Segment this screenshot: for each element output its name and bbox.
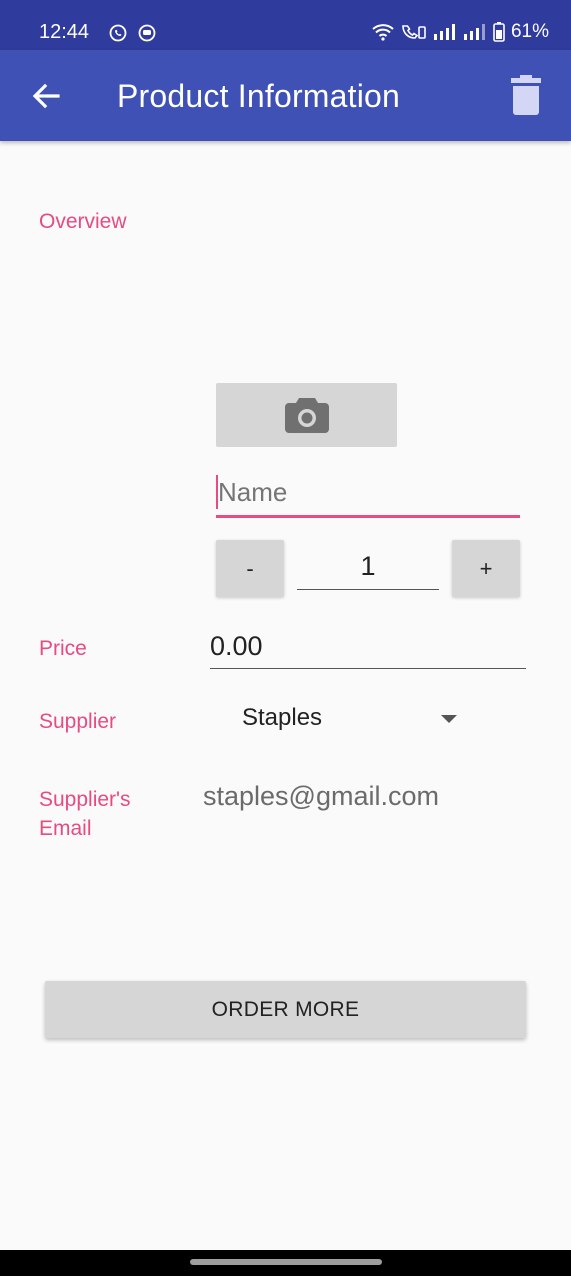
name-input[interactable] — [216, 470, 520, 514]
page-title: Product Information — [117, 78, 401, 114]
supplier-label: Supplier — [39, 710, 117, 733]
notification-app-icon — [138, 24, 156, 42]
supplier-email-label: Supplier's Email — [39, 788, 131, 840]
status-time: 12:44 — [39, 21, 90, 43]
add-photo-button[interactable] — [216, 383, 397, 447]
whatsapp-icon — [109, 24, 127, 42]
home-gesture-handle[interactable] — [190, 1259, 382, 1265]
delete-button[interactable] — [505, 74, 547, 118]
signal-icon — [433, 23, 457, 41]
status-bar: 12:44 61% — [0, 0, 571, 50]
supplier-selected-value: Staples — [242, 704, 323, 731]
trash-icon — [511, 75, 541, 115]
wifi-icon — [371, 23, 395, 41]
app-bar: Product Information — [0, 50, 571, 141]
price-field[interactable]: 0.00 — [210, 625, 526, 669]
supplier-dropdown[interactable]: Staples — [230, 700, 470, 740]
signal-icon — [463, 23, 487, 41]
overview-section-label: Overview — [39, 210, 127, 233]
camera-icon — [284, 398, 329, 433]
navigation-bar — [0, 1250, 571, 1276]
name-field — [216, 470, 520, 518]
price-label: Price — [39, 637, 87, 660]
dropdown-arrow-icon — [441, 715, 457, 723]
decrease-quantity-button[interactable]: - — [216, 540, 284, 597]
supplier-email-value: staples@gmail.com — [203, 781, 439, 811]
product-information-screen: 12:44 61% Product Information Overview N… — [0, 0, 571, 1276]
battery-icon — [493, 22, 505, 42]
wifi-calling-icon — [401, 23, 427, 41]
arrow-back-icon — [32, 83, 60, 109]
quantity-field[interactable]: 1 — [297, 545, 439, 590]
battery-percentage: 61% — [510, 21, 549, 42]
status-indicators: 61% — [371, 21, 549, 43]
order-more-button[interactable]: ORDER MORE — [45, 981, 526, 1038]
back-button[interactable] — [28, 78, 64, 114]
increase-quantity-button[interactable]: + — [452, 540, 520, 597]
